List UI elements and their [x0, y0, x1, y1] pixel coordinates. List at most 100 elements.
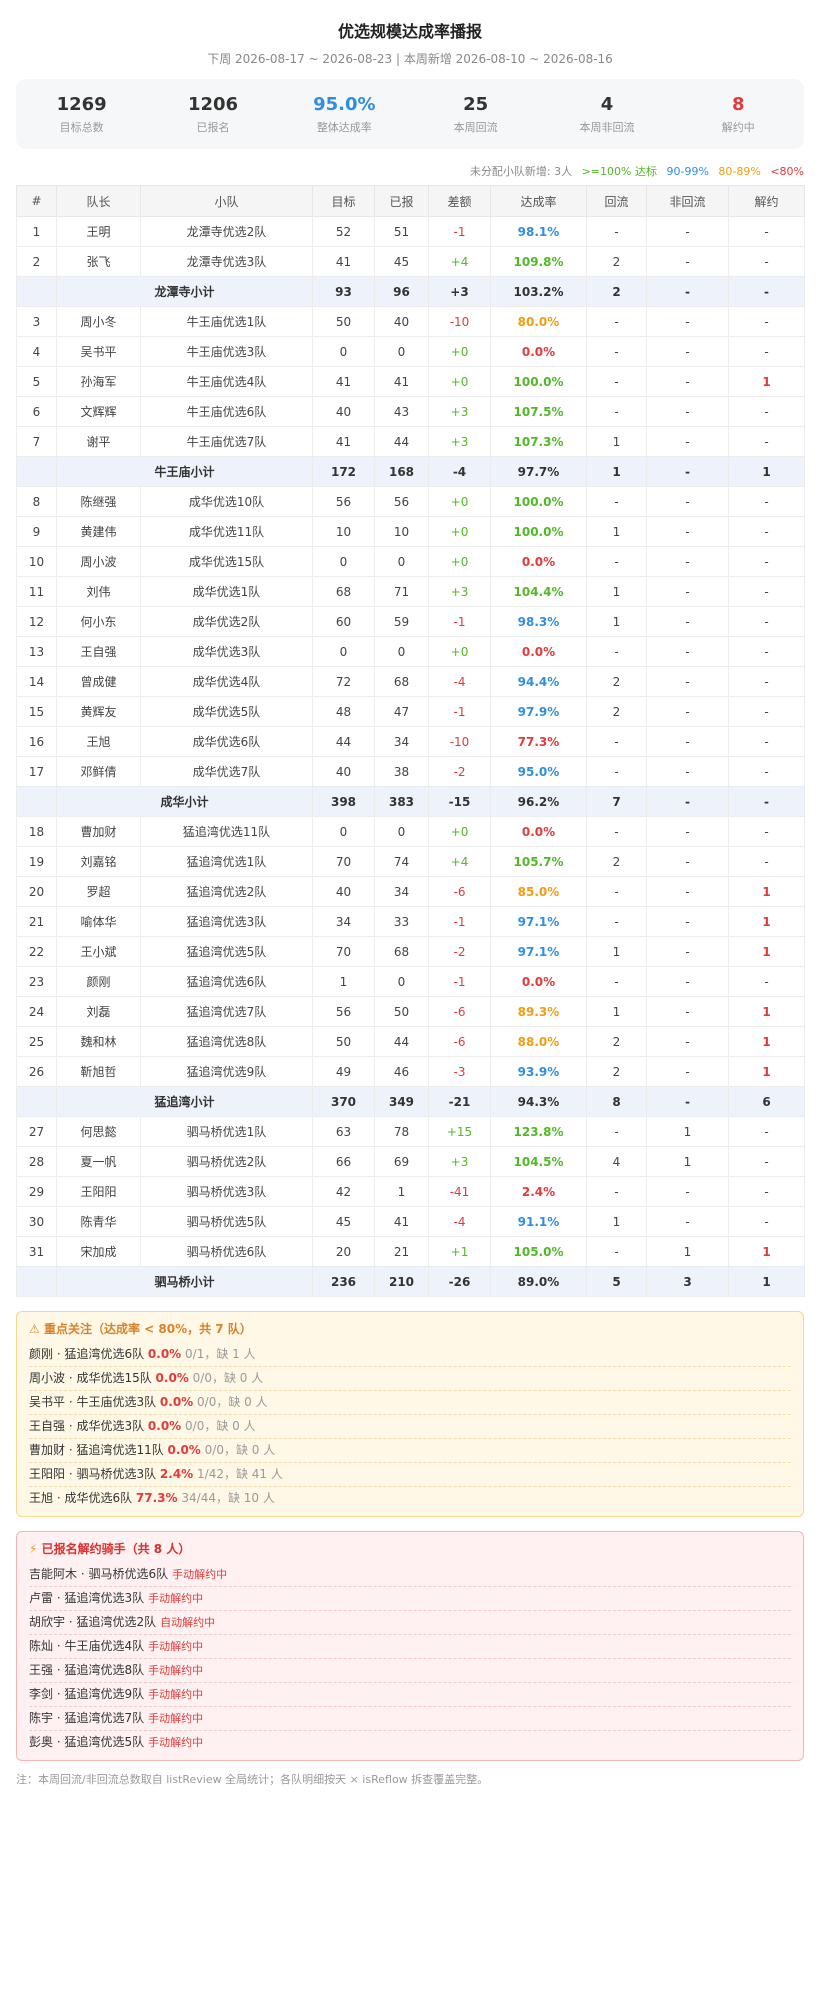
cell-index: 25: [16, 1026, 57, 1057]
cell-rate: 89.0%: [490, 1266, 587, 1297]
cell-index: 29: [16, 1176, 57, 1207]
cell-rate: 89.3%: [490, 996, 587, 1027]
cancel-item-status: 手动解约中: [148, 1712, 204, 1725]
table-header-row: # 队长 小队 目标 已报 差额 达成率 回流 非回流 解约: [16, 185, 805, 217]
cell-nonback: -: [646, 366, 729, 397]
cell-rate: 85.0%: [490, 876, 587, 907]
cell-rate: 0.0%: [490, 546, 587, 577]
cancel-item-status: 手动解约中: [148, 1688, 204, 1701]
cancel-item-name: 李剑 · 猛追湾优选9队: [29, 1687, 145, 1701]
table-row: 14 曾成健 成华优选4队 72 68 -4 94.4% 2- -: [16, 666, 805, 697]
cell-team: 猛追湾优选6队: [140, 966, 313, 997]
cell-diff: -15: [428, 786, 491, 817]
subtotal-row: 驷马桥小计 236 210 -26 89.0% 5 3 1: [16, 1266, 805, 1297]
stat-value: 1269: [56, 93, 107, 115]
table-row: 19 刘嘉铭 猛追湾优选1队 70 74 +4 105.7% 2- -: [16, 846, 805, 877]
cell-rate: 98.3%: [490, 606, 587, 637]
cell-target: 56: [312, 996, 375, 1027]
cell-nonback: -: [646, 486, 729, 517]
cell-team: 成华优选1队: [140, 576, 313, 607]
stat-target-total: 1269 目标总数: [16, 94, 147, 135]
cell-back: 1: [586, 576, 647, 607]
cell-back: 2: [586, 1056, 647, 1087]
warning-icon: ⚠: [29, 1322, 40, 1336]
table-row: 6 文辉辉 牛王庙优选6队 40 43 +3 107.5% - - -: [16, 396, 805, 427]
cell-diff: -6: [428, 876, 491, 907]
stat-value: 25: [463, 93, 489, 115]
cell-team: 驷马桥优选3队: [140, 1176, 313, 1207]
cell-leader: 王自强: [56, 636, 141, 667]
column-header: 队长: [56, 185, 141, 217]
cell-back: -: [586, 216, 647, 247]
cancel-title: ⚡ 已报名解约骑手（共 8 人）: [29, 1540, 791, 1557]
cell-back: 2: [586, 666, 647, 697]
cell-cancel: -: [728, 696, 805, 727]
cell-leader: 王阳阳: [56, 1176, 141, 1207]
table-row: 7 谢平 牛王庙优选7队 41 44 +3 107.3% 1- -: [16, 426, 805, 457]
cell-target: 50: [312, 1026, 375, 1057]
focus-item: 王自强 · 成华优选3队 0.0% 0/0，缺 0 人: [29, 1415, 791, 1439]
cell-nonback: -: [646, 876, 729, 907]
cell-enrolled: 0: [374, 546, 429, 577]
cell-diff: +0: [428, 546, 491, 577]
cell-back: 4: [586, 1146, 647, 1177]
cell-index: [16, 456, 57, 487]
cell-leader: 文辉辉: [56, 396, 141, 427]
column-header: 回流: [586, 185, 647, 217]
stat-value: 95.0%: [313, 93, 376, 115]
cell-rate: 98.1%: [490, 216, 587, 247]
cell-target: 370: [312, 1086, 375, 1117]
rate-legend: 未分配小队新增: 3人 >=100% 达标 90-99% 80-89% <80%: [16, 163, 804, 179]
cell-index: 22: [16, 936, 57, 967]
cell-rate: 103.2%: [490, 276, 587, 307]
table-row: 17 邓鲜倩 成华优选7队 40 38 -2 95.0% - - -: [16, 756, 805, 787]
cell-back: 5: [586, 1266, 647, 1297]
cell-enrolled: 210: [374, 1266, 429, 1297]
cell-team: 猛追湾优选11队: [140, 816, 313, 847]
cell-rate: 97.1%: [490, 936, 587, 967]
cell-index: [16, 786, 57, 817]
stat-value: 1206: [187, 93, 239, 115]
cell-nonback: -: [646, 456, 729, 487]
focus-item-name: 王自强 · 成华优选3队: [29, 1419, 145, 1433]
cell-rate: 97.9%: [490, 696, 587, 727]
cell-subtotal-label: 驷马桥小计: [56, 1266, 313, 1297]
table-body: 1 王明 龙潭寺优选2队 52 51 -1 98.1% - - -2 张飞 龙潭寺优选3队 41 45 +4…: [16, 216, 805, 1297]
cell-nonback: -: [646, 546, 729, 577]
cell-enrolled: 38: [374, 756, 429, 787]
cancel-item: 王强 · 猛追湾优选8队 手动解约中: [29, 1659, 791, 1683]
cell-diff: -4: [428, 666, 491, 697]
cancel-list: 吉能阿木 · 驷马桥优选6队 手动解约中 卢雷 · 猛追湾优选3队 手动解约中 胡欣宇 …: [29, 1563, 791, 1754]
cell-diff: -6: [428, 996, 491, 1027]
cell-enrolled: 59: [374, 606, 429, 637]
cell-target: 70: [312, 846, 375, 877]
cell-leader: 喻体华: [56, 906, 141, 937]
focus-item-name: 曹加财 · 猛追湾优选11队: [29, 1443, 164, 1457]
cell-team: 驷马桥优选2队: [140, 1146, 313, 1177]
cell-leader: 宋加成: [56, 1236, 141, 1267]
cell-leader: 王旭: [56, 726, 141, 757]
cell-diff: -6: [428, 1026, 491, 1057]
cell-nonback: -: [646, 426, 729, 457]
cell-index: 6: [16, 396, 57, 427]
cell-cancel: 1: [728, 906, 805, 937]
cell-nonback: -: [646, 816, 729, 847]
cell-cancel: 1: [728, 456, 805, 487]
cell-diff: -1: [428, 696, 491, 727]
cell-diff: +0: [428, 516, 491, 547]
stat-overall-rate: 95.0% 整体达成率: [279, 94, 410, 135]
column-header: #: [16, 185, 57, 217]
cell-enrolled: 0: [374, 966, 429, 997]
cell-leader: 张飞: [56, 246, 141, 277]
cell-enrolled: 0: [374, 336, 429, 367]
focus-item-name: 颜刚 · 猛追湾优选6队: [29, 1347, 145, 1361]
cell-diff: -1: [428, 906, 491, 937]
cell-target: 44: [312, 726, 375, 757]
cancel-item-status: 手动解约中: [148, 1736, 204, 1749]
column-header: 差额: [428, 185, 491, 217]
table-row: 11 刘伟 成华优选1队 68 71 +3 104.4% 1- -: [16, 576, 805, 607]
cell-rate: 94.4%: [490, 666, 587, 697]
cell-index: [16, 1086, 57, 1117]
stat-label: 目标总数: [59, 120, 104, 134]
cell-cancel: -: [728, 426, 805, 457]
